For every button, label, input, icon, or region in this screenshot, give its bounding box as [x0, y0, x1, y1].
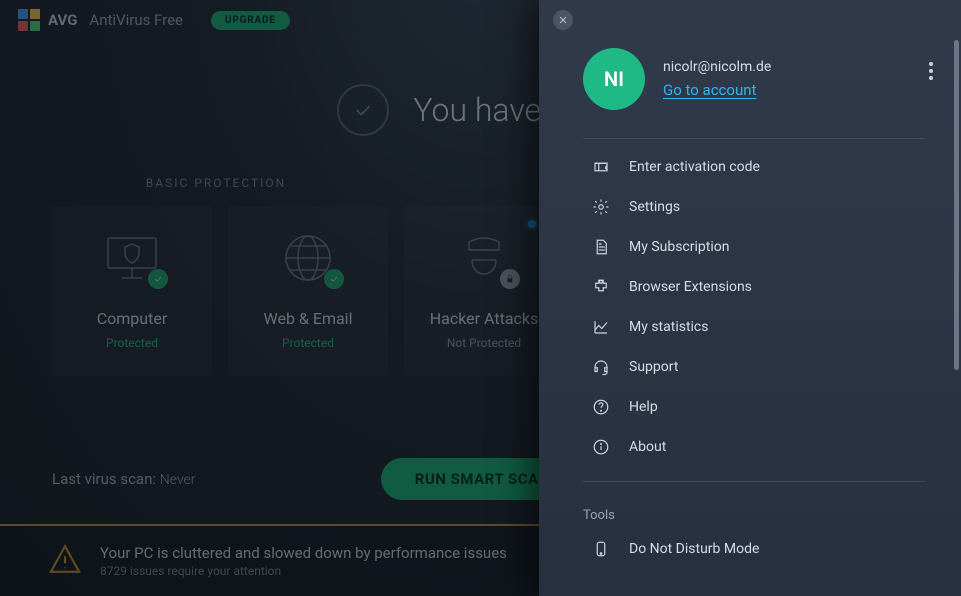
ticket-icon — [591, 157, 611, 177]
puzzle-icon — [591, 277, 611, 297]
menu-label: Settings — [629, 199, 680, 215]
menu-settings[interactable]: Settings — [539, 187, 961, 227]
account-panel: NI nicolr@nicolm.de Go to account Enter … — [539, 0, 961, 596]
dnd-icon — [591, 539, 611, 559]
scrollbar[interactable] — [954, 40, 959, 370]
menu-label: Browser Extensions — [629, 279, 752, 295]
go-to-account-link[interactable]: Go to account — [663, 81, 771, 99]
menu-label: My statistics — [629, 319, 709, 335]
document-icon — [591, 237, 611, 257]
menu-label: My Subscription — [629, 239, 729, 255]
menu-label: Help — [629, 399, 658, 415]
panel-separator — [583, 481, 925, 482]
menu-support[interactable]: Support — [539, 347, 961, 387]
menu-my-statistics[interactable]: My statistics — [539, 307, 961, 347]
menu-browser-extensions[interactable]: Browser Extensions — [539, 267, 961, 307]
headset-icon — [591, 357, 611, 377]
menu-my-subscription[interactable]: My Subscription — [539, 227, 961, 267]
more-options-button[interactable] — [929, 62, 933, 80]
help-icon — [591, 397, 611, 417]
info-icon — [591, 437, 611, 457]
menu-label: Do Not Disturb Mode — [629, 541, 759, 557]
chart-icon — [591, 317, 611, 337]
menu-enter-activation-code[interactable]: Enter activation code — [539, 147, 961, 187]
menu-label: Enter activation code — [629, 159, 760, 175]
account-block: NI nicolr@nicolm.de Go to account — [539, 0, 961, 138]
account-email: nicolr@nicolm.de — [663, 59, 771, 75]
gear-icon — [591, 197, 611, 217]
menu-do-not-disturb[interactable]: Do Not Disturb Mode — [539, 529, 961, 569]
menu-label: About — [629, 439, 666, 455]
menu-about[interactable]: About — [539, 427, 961, 467]
panel-separator — [583, 138, 925, 139]
menu-label: Support — [629, 359, 678, 375]
tools-header: Tools — [539, 490, 961, 529]
menu-help[interactable]: Help — [539, 387, 961, 427]
avatar[interactable]: NI — [583, 48, 645, 110]
